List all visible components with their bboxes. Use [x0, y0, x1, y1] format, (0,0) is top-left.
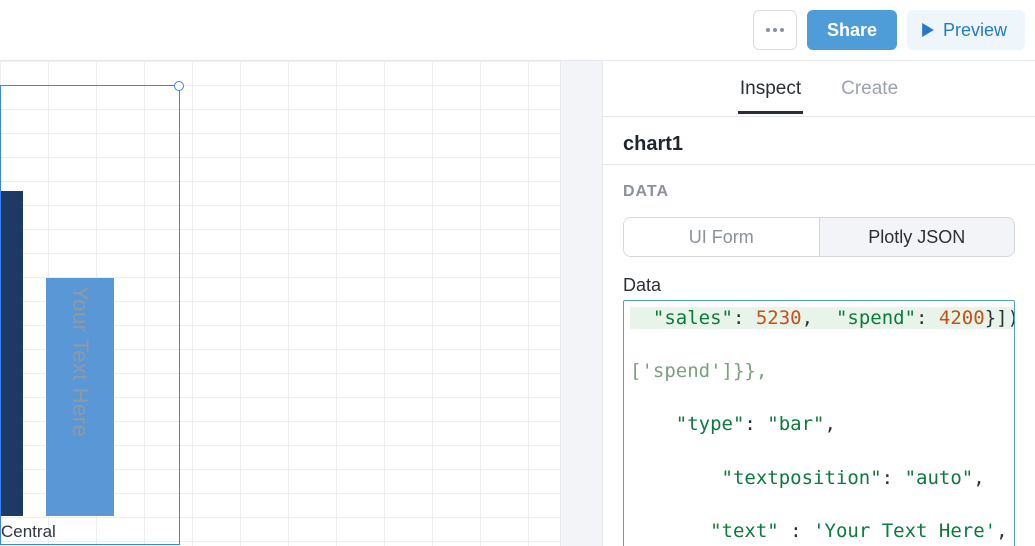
bar-sales[interactable] [1, 191, 23, 516]
panel-body: chart1 DATA UI Form Plotly JSON Data "sa… [603, 117, 1035, 546]
panel-resize-gutter[interactable] [560, 60, 602, 546]
section-label-data: DATA [623, 183, 1015, 201]
preview-button[interactable]: Preview [907, 10, 1025, 50]
bar-text-label: Your Text Here [67, 278, 93, 437]
top-toolbar: Share Preview [0, 0, 1035, 60]
seg-plotly-json[interactable]: Plotly JSON [819, 218, 1015, 256]
selection-handle-top-right[interactable] [174, 81, 184, 91]
divider [603, 164, 1035, 165]
data-mode-segmented: UI Form Plotly JSON [623, 217, 1015, 257]
share-button[interactable]: Share [807, 10, 897, 50]
preview-label: Preview [943, 20, 1007, 41]
selected-element-name: chart1 [623, 133, 1015, 156]
play-icon [921, 23, 935, 37]
inspector-panel: Inspect Create chart1 DATA UI Form Plotl… [602, 60, 1035, 546]
canvas-area[interactable]: Your Text Here Central [0, 60, 560, 546]
plotly-json-editor[interactable]: "sales": 5230, "spend": 4200}]) ['spend'… [623, 300, 1015, 546]
tab-create[interactable]: Create [839, 64, 900, 114]
more-menu-button[interactable] [753, 10, 797, 50]
bar-spend[interactable]: Your Text Here [46, 278, 114, 516]
tab-inspect[interactable]: Inspect [738, 64, 803, 114]
more-icon [766, 28, 784, 32]
panel-tabs: Inspect Create [603, 61, 1035, 117]
x-axis-tick-label: Central [1, 522, 56, 542]
chart-selection-box[interactable]: Your Text Here Central [0, 85, 180, 545]
data-sublabel: Data [623, 275, 1015, 296]
seg-ui-form[interactable]: UI Form [624, 218, 819, 256]
